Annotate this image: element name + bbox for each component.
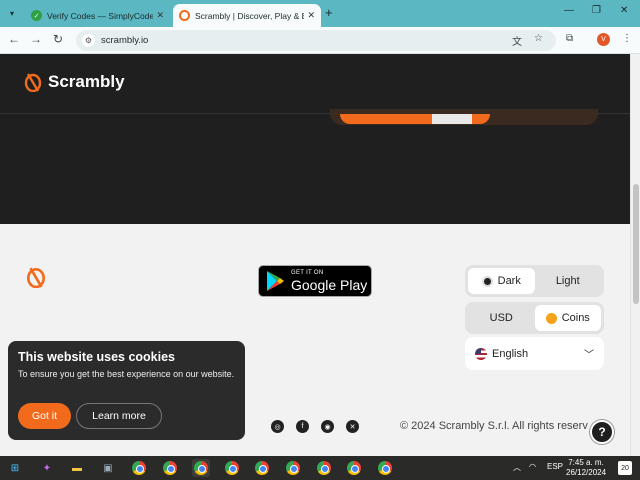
currency-usd-option[interactable]: USD — [468, 305, 535, 331]
translate-icon[interactable]: 文 — [512, 33, 522, 48]
simplycodes-icon: ✓ — [31, 10, 42, 21]
chrome-icon[interactable] — [345, 459, 363, 477]
tab-verify-codes[interactable]: ✓ Verify Codes — SimplyCodes ✕ — [25, 4, 170, 27]
forward-icon[interactable]: → — [28, 32, 44, 46]
cookie-banner: This website uses cookies To ensure you … — [8, 341, 245, 440]
google-play-small-text: GET IT ON — [291, 270, 324, 276]
section-wave — [0, 184, 630, 223]
chrome-icon[interactable] — [223, 459, 241, 477]
chrome-icon[interactable] — [376, 459, 394, 477]
minimize-icon[interactable]: — — [564, 5, 574, 16]
new-tab-icon[interactable]: + — [325, 5, 333, 20]
close-window-icon[interactable]: ✕ — [620, 5, 628, 16]
footer-logo-icon[interactable] — [26, 266, 46, 293]
google-play-icon — [267, 271, 284, 291]
clock-date: 26/12/2024 — [566, 468, 607, 477]
scrambly-logo-icon — [24, 73, 42, 92]
help-button[interactable]: ? — [590, 420, 614, 444]
app-icon[interactable]: ▣ — [99, 459, 117, 477]
close-tab-icon[interactable]: ✕ — [156, 10, 164, 21]
language-indicator[interactable]: ESP — [547, 462, 563, 471]
scrambly-favicon-icon — [179, 10, 190, 21]
scrollbar-thumb[interactable] — [633, 184, 639, 304]
address-bar[interactable]: ⚙ scrambly.io — [76, 30, 556, 51]
google-play-big-text: Google Play — [291, 277, 368, 293]
windows-taskbar: ⊞ ✦ ▬ ▣ ︿ ◠ ESP 7:45 a. m. 26/12/2024 20 — [0, 456, 640, 480]
chrome-icon[interactable] — [161, 459, 179, 477]
language-select[interactable]: English ﹀ — [465, 337, 604, 370]
page-scrollbar[interactable] — [630, 54, 640, 456]
system-clock[interactable]: 7:45 a. m. 26/12/2024 — [566, 458, 606, 478]
back-icon[interactable]: ← — [6, 32, 22, 46]
moon-icon — [481, 275, 493, 287]
site-info-icon[interactable]: ⚙ — [82, 34, 95, 47]
currency-usd-label: USD — [489, 312, 513, 324]
theme-dark-label: Dark — [497, 275, 521, 287]
theme-dark-option[interactable]: Dark — [468, 268, 535, 294]
chevron-down-icon: ﹀ — [584, 350, 594, 361]
tray-chevron-icon[interactable]: ︿ — [513, 462, 521, 473]
tab-scrambly[interactable]: Scrambly | Discover, Play & Earn ✕ — [173, 4, 321, 27]
notification-badge[interactable]: 20 — [618, 461, 632, 475]
x-icon[interactable]: ✕ — [346, 420, 359, 433]
restore-icon[interactable]: ❐ — [592, 5, 601, 16]
chrome-icon[interactable] — [315, 459, 333, 477]
network-icon[interactable]: ◠ — [529, 462, 536, 471]
clock-time: 7:45 a. m. — [568, 458, 604, 467]
theme-light-label: Light — [555, 275, 580, 287]
browser-toolbar: ← → ↻ ⚙ scrambly.io 文 ☆ ⧉ ⋮ — [0, 27, 640, 54]
profile-avatar[interactable]: V — [597, 33, 610, 46]
site-header: Scrambly — [0, 54, 630, 114]
social-links: ◎ f ◉ ✕ — [271, 420, 359, 433]
cookie-learn-more-button[interactable]: Learn more — [76, 403, 162, 429]
chrome-icon[interactable] — [253, 459, 271, 477]
currency-coins-option[interactable]: Coins — [534, 305, 601, 331]
cookie-accept-button[interactable]: Got it — [18, 403, 71, 429]
tab-list-icon[interactable]: ▾ — [5, 6, 19, 20]
currency-coins-label: Coins — [561, 312, 590, 324]
theme-toggle: Dark Light — [465, 265, 604, 297]
discord-icon[interactable]: ◉ — [321, 420, 334, 433]
cookie-title: This website uses cookies — [18, 350, 176, 364]
windows-start-icon[interactable]: ⊞ — [6, 459, 24, 477]
language-label: English — [492, 347, 529, 360]
us-flag-icon — [475, 347, 487, 360]
bookmark-star-icon[interactable]: ☆ — [534, 33, 543, 44]
cookie-text: To ensure you get the best experience on… — [18, 369, 235, 379]
reload-icon[interactable]: ↻ — [50, 32, 66, 46]
close-tab-icon[interactable]: ✕ — [307, 10, 315, 21]
brand-name: Scrambly — [48, 72, 125, 91]
extensions-icon[interactable]: ⧉ — [566, 33, 573, 44]
google-play-button[interactable]: GET IT ON Google Play — [258, 265, 372, 297]
tab-bar: ▾ ✓ Verify Codes — SimplyCodes ✕ Scrambl… — [0, 0, 640, 27]
hero-card-highlight — [432, 114, 472, 124]
tab-title: Verify Codes — SimplyCodes — [47, 10, 154, 21]
menu-icon[interactable]: ⋮ — [622, 33, 632, 44]
scrambly-logo[interactable]: Scrambly — [24, 72, 125, 92]
theme-light-option[interactable]: Light — [535, 268, 602, 294]
chrome-icon[interactable] — [284, 459, 302, 477]
facebook-icon[interactable]: f — [296, 420, 309, 433]
coin-icon — [545, 312, 557, 324]
file-explorer-icon[interactable]: ▬ — [68, 459, 86, 477]
page-content: Scrambly GET IT ON Google Play Dark Ligh… — [0, 54, 630, 456]
currency-toggle: USD Coins — [465, 302, 604, 334]
chrome-icon[interactable] — [192, 459, 210, 477]
url-text: scrambly.io — [101, 35, 149, 46]
copyright-text: © 2024 Scrambly S.r.l. All rights reserv — [400, 420, 588, 432]
chrome-icon[interactable] — [130, 459, 148, 477]
copilot-icon[interactable]: ✦ — [38, 459, 56, 477]
tab-title: Scrambly | Discover, Play & Earn — [195, 10, 305, 21]
instagram-icon[interactable]: ◎ — [271, 420, 284, 433]
